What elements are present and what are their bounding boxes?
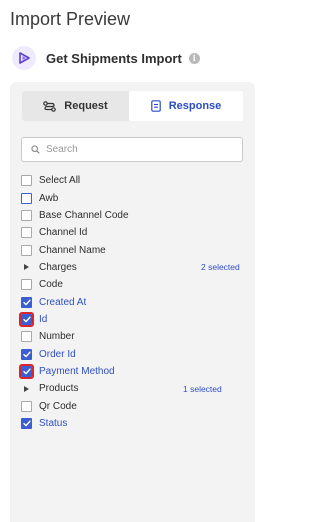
request-response-tabs: Request Response: [22, 91, 243, 121]
checkbox-id[interactable]: [19, 311, 34, 327]
checkbox-created-at[interactable]: [21, 296, 32, 308]
field-row-products[interactable]: Products 1 selected: [21, 380, 243, 397]
field-label: Select All: [39, 175, 81, 187]
field-row-code[interactable]: Code: [21, 276, 243, 293]
field-row-channel-id[interactable]: Channel Id: [21, 224, 243, 241]
selected-count-badge: 2 selected: [201, 262, 240, 273]
field-row-qr-code[interactable]: Qr Code: [21, 397, 243, 414]
preview-panel: Request Response Select All Awb Base Chann…: [10, 82, 255, 522]
field-row-awb[interactable]: Awb: [21, 189, 243, 206]
check-icon: [22, 420, 31, 427]
checkbox-payment-method[interactable]: [19, 363, 34, 379]
field-row-payment-method[interactable]: Payment Method: [19, 363, 243, 380]
checkbox-qr-code[interactable]: [21, 400, 32, 412]
field-row-status[interactable]: Status: [21, 415, 243, 432]
field-label: Created At: [39, 296, 87, 308]
selected-count-badge: 1 selected: [183, 383, 222, 394]
field-row-created-at[interactable]: Created At: [21, 293, 243, 310]
checkbox-channel-id[interactable]: [21, 227, 32, 239]
field-label: Code: [39, 279, 63, 291]
import-header: Get Shipments Import i: [12, 45, 200, 71]
checkbox-channel-name[interactable]: [21, 244, 32, 256]
tab-request-label: Request: [64, 100, 108, 112]
info-icon[interactable]: i: [188, 52, 200, 64]
field-row-select-all[interactable]: Select All: [21, 172, 243, 189]
caret-right-icon[interactable]: [21, 264, 32, 271]
page-title: Import Preview: [10, 9, 131, 29]
route-icon: [43, 100, 57, 112]
field-row-charges[interactable]: Charges 2 selected: [21, 259, 243, 276]
checkbox-order-id[interactable]: [21, 348, 32, 360]
field-label: Awb: [39, 192, 59, 204]
field-row-order-id[interactable]: Order Id: [21, 345, 243, 362]
search-icon: [31, 145, 40, 154]
field-label: Base Channel Code: [39, 209, 129, 221]
field-label: Id: [39, 313, 48, 325]
field-label: Number: [39, 331, 75, 343]
checkbox-select-all[interactable]: [21, 175, 32, 187]
field-row-id[interactable]: Id: [19, 311, 243, 328]
field-label: Payment Method: [39, 365, 115, 377]
check-icon: [22, 351, 31, 357]
field-label: Qr Code: [39, 400, 77, 412]
field-label: Charges: [39, 261, 77, 273]
field-row-number[interactable]: Number: [21, 328, 243, 345]
field-row-channel-name[interactable]: Channel Name: [21, 241, 243, 258]
field-label: Products: [39, 383, 79, 395]
field-label: Channel Name: [39, 244, 106, 256]
check-icon: [22, 368, 31, 375]
field-label: Channel Id: [39, 227, 88, 239]
search-input[interactable]: [46, 144, 226, 155]
tab-response-label: Response: [168, 100, 222, 112]
tab-request[interactable]: Request: [22, 91, 129, 121]
field-label: Order Id: [39, 348, 76, 360]
tab-response[interactable]: Response: [129, 91, 243, 121]
check-icon: [22, 316, 31, 323]
field-list: Select All Awb Base Channel Code Channel Id…: [19, 172, 243, 432]
checkbox-code[interactable]: [21, 279, 32, 291]
document-icon: [150, 100, 161, 112]
field-row-base-channel-code[interactable]: Base Channel Code: [21, 207, 243, 224]
checkbox-awb[interactable]: [21, 192, 32, 204]
search-box[interactable]: [21, 137, 243, 162]
field-label: Status: [39, 417, 68, 429]
caret-right-icon[interactable]: [21, 385, 32, 392]
checkbox-base-channel-code[interactable]: [21, 209, 32, 221]
check-icon: [22, 299, 31, 305]
checkbox-status[interactable]: [21, 417, 32, 429]
import-name: Get Shipments Import: [46, 50, 182, 66]
checkbox-number[interactable]: [21, 331, 32, 343]
app-logo-icon: [12, 46, 36, 70]
